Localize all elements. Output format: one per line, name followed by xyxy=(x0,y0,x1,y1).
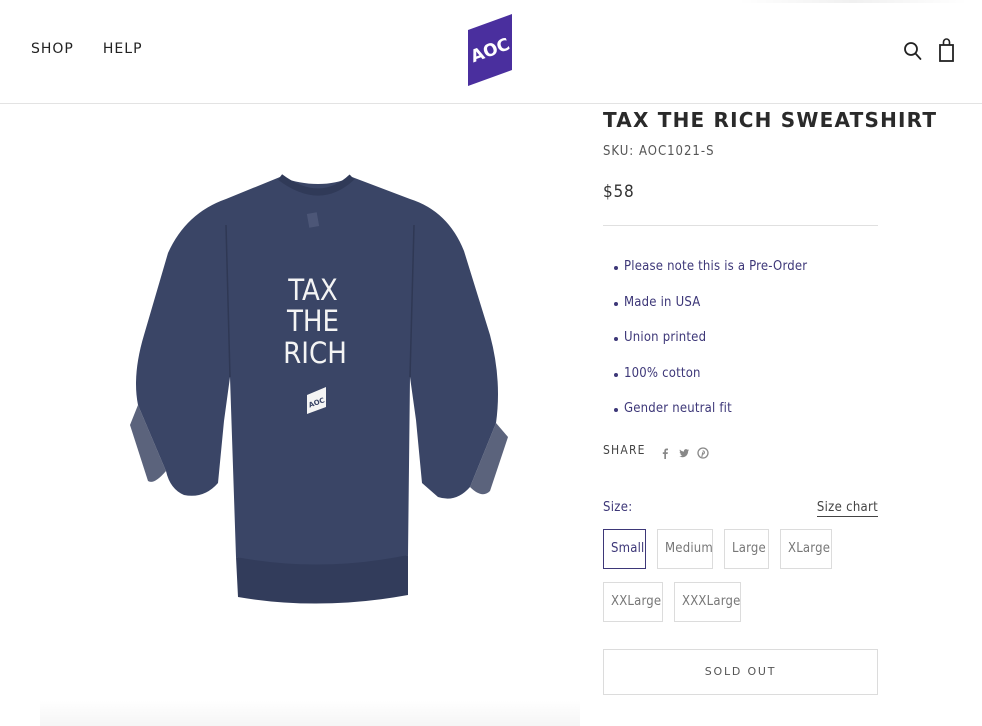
size-option-xlarge[interactable]: XLarge xyxy=(780,528,832,569)
aoc-logo[interactable]: AOC xyxy=(466,14,514,86)
feature-list: Please note this is a Pre-Order Made in … xyxy=(603,259,878,437)
size-option-medium[interactable]: Medium xyxy=(657,528,713,569)
share-row: SHARE xyxy=(603,442,878,459)
size-option-small[interactable]: Small xyxy=(603,528,646,569)
divider xyxy=(603,225,878,226)
list-item: Please note this is a Pre-Order xyxy=(614,259,878,295)
product-sku: SKU: AOC1021-S xyxy=(603,144,715,159)
size-option-large[interactable]: Large xyxy=(724,528,769,569)
product-image[interactable]: TAX THE RICH AOC xyxy=(130,165,510,615)
list-item: Made in USA xyxy=(614,295,878,331)
print-line-2: THE xyxy=(286,304,339,338)
print-line-3: RICH xyxy=(283,336,347,370)
header-actions xyxy=(903,37,957,63)
shopping-bag-icon[interactable] xyxy=(937,37,957,63)
product-info: TAX THE RICH SWEATSHIRT SKU: AOC1021-S $… xyxy=(603,108,938,695)
share-label: SHARE xyxy=(603,442,646,457)
pinterest-icon[interactable] xyxy=(697,444,709,459)
list-item: Union printed xyxy=(614,330,878,366)
size-label: Size: xyxy=(603,499,633,515)
page-shadow xyxy=(40,700,580,726)
size-chart-link[interactable]: Size chart xyxy=(816,500,878,517)
nav-help[interactable]: HELP xyxy=(103,41,143,57)
print-line-1: TAX xyxy=(287,273,338,307)
product-page: SHOP HELP AOC TAX THE RICH AOC TAX THE R… xyxy=(0,0,982,726)
list-item: Gender neutral fit xyxy=(614,401,878,437)
size-header: Size: Size chart xyxy=(603,500,878,517)
size-options: Small Medium Large XLarge XXLarge XXXLar… xyxy=(603,528,893,622)
main-nav: SHOP HELP xyxy=(31,41,143,57)
sold-out-button[interactable]: SOLD OUT xyxy=(603,648,878,695)
size-option-xxlarge[interactable]: XXLarge xyxy=(603,581,663,622)
product-title: TAX THE RICH SWEATSHIRT xyxy=(603,108,938,132)
twitter-icon[interactable] xyxy=(678,444,690,458)
facebook-icon[interactable] xyxy=(659,444,671,459)
sweatshirt-shape xyxy=(136,177,498,565)
search-icon[interactable] xyxy=(903,37,923,63)
size-option-xxxlarge[interactable]: XXXLarge xyxy=(674,581,741,622)
site-header: SHOP HELP AOC xyxy=(0,0,982,104)
product-price: $58 xyxy=(603,182,635,202)
list-item: 100% cotton xyxy=(614,366,878,402)
top-shadow xyxy=(738,0,968,3)
nav-shop[interactable]: SHOP xyxy=(31,41,74,57)
